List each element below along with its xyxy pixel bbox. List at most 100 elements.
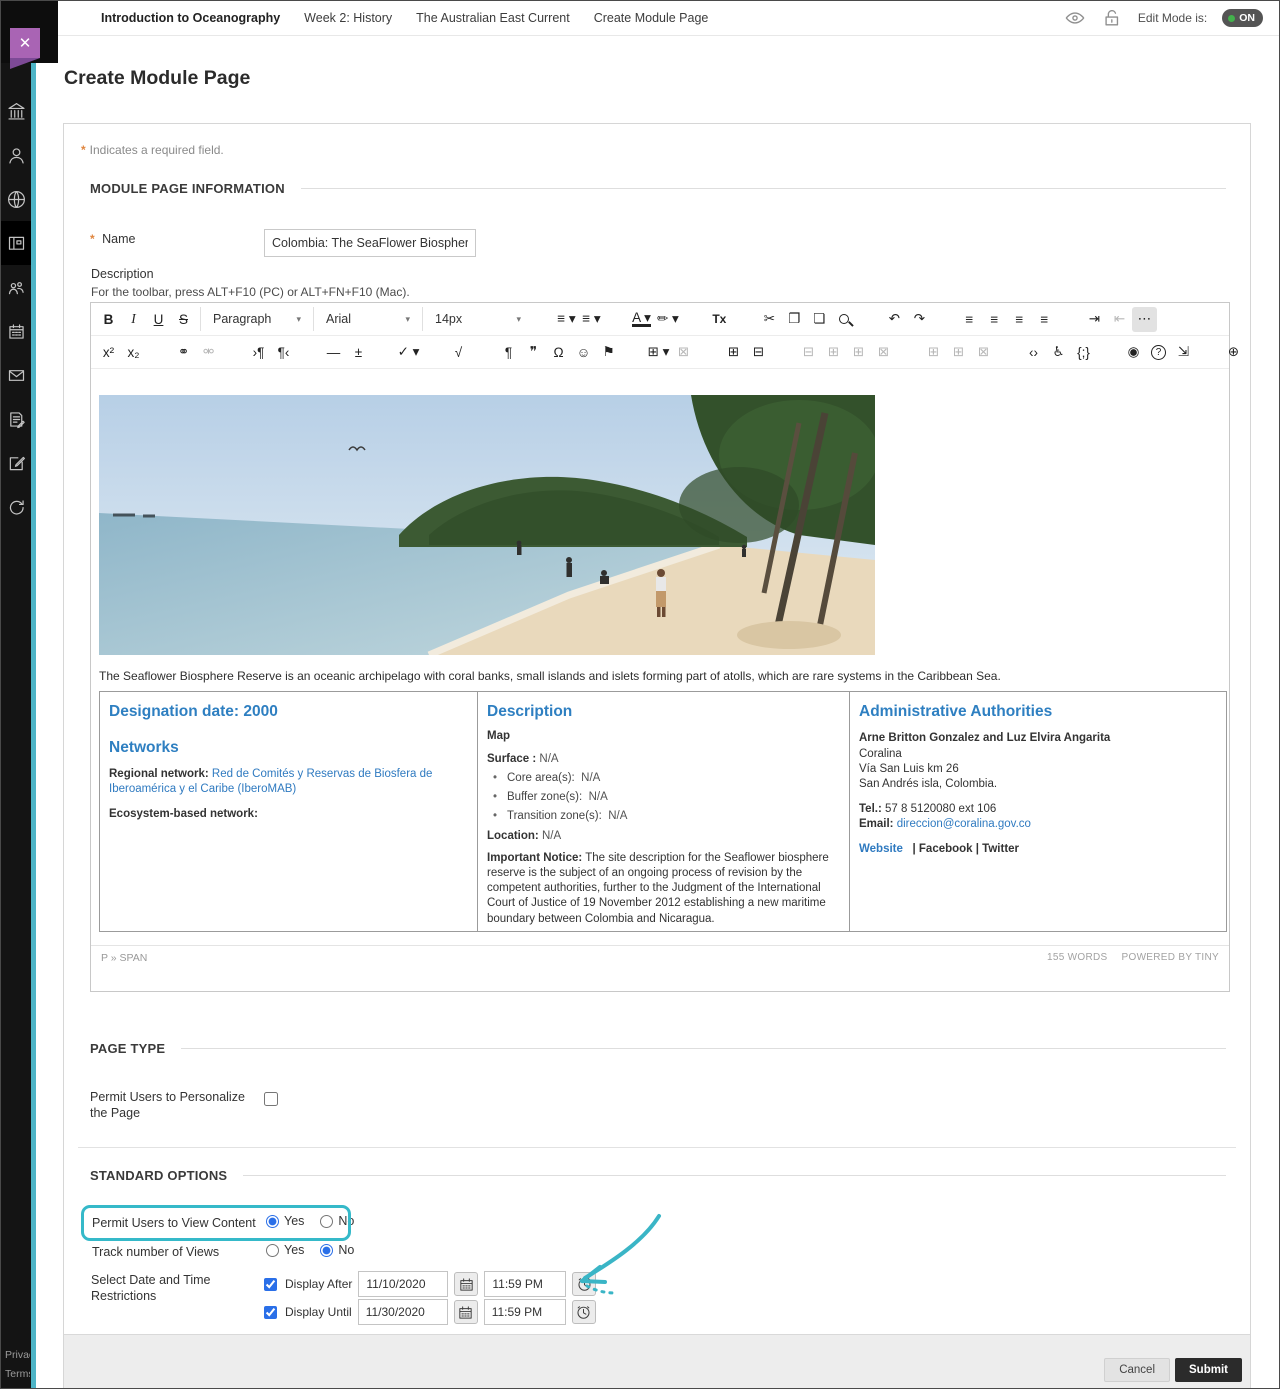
anchor-icon[interactable]: ± bbox=[346, 340, 371, 365]
highlight-color-icon[interactable]: ✏ ▾ bbox=[654, 307, 682, 332]
breadcrumb-course[interactable]: Introduction to Oceanography bbox=[101, 11, 280, 25]
standard-options-section-header: STANDARD OPTIONS bbox=[90, 1167, 1226, 1183]
breadcrumb-topic[interactable]: The Australian East Current bbox=[416, 11, 570, 25]
font-size-select[interactable]: 14px▾ bbox=[427, 306, 529, 332]
track-views-no[interactable]: No bbox=[320, 1243, 354, 1257]
bullet-list-icon[interactable]: ≡ ▾ bbox=[554, 307, 579, 332]
mail-icon[interactable] bbox=[1, 353, 31, 397]
email-link[interactable]: direccion@coralina.gov.co bbox=[897, 818, 1031, 830]
track-views-yes-radio[interactable] bbox=[266, 1244, 279, 1257]
view-content-yes[interactable]: Yes bbox=[266, 1214, 304, 1228]
accessibility-checker-icon[interactable]: ♿ bbox=[1046, 340, 1071, 365]
underline-icon[interactable]: U bbox=[146, 307, 171, 332]
paste-icon[interactable]: ❏ bbox=[807, 307, 832, 332]
cancel-button[interactable]: Cancel bbox=[1104, 1358, 1170, 1382]
insert-link-icon[interactable]: ⚭ bbox=[171, 340, 196, 365]
fullscreen-icon[interactable]: ⇲ bbox=[1171, 340, 1196, 365]
display-after-time-input[interactable] bbox=[484, 1271, 566, 1297]
undo-icon[interactable]: ↶ bbox=[882, 307, 907, 332]
insert-table-icon[interactable]: ⊞ ▾ bbox=[646, 340, 671, 365]
edit-mode-toggle[interactable]: ON bbox=[1222, 9, 1263, 27]
privacy-link[interactable]: Privacy bbox=[5, 1346, 30, 1365]
align-center-icon[interactable]: ≡ bbox=[982, 307, 1007, 332]
breadcrumb-current[interactable]: Create Module Page bbox=[594, 11, 709, 25]
after-time-picker-button[interactable] bbox=[572, 1272, 596, 1296]
search-icon[interactable] bbox=[832, 307, 857, 332]
blockquote-icon[interactable]: ❞ bbox=[521, 340, 546, 365]
redo-icon[interactable]: ↷ bbox=[907, 307, 932, 332]
help-icon[interactable]: ? bbox=[1146, 340, 1171, 365]
unlocked-padlock-icon[interactable] bbox=[1101, 8, 1123, 28]
edit-icon[interactable] bbox=[1, 441, 31, 485]
numbered-list-icon[interactable]: ≡ ▾ bbox=[579, 307, 604, 332]
horizontal-rule-icon[interactable]: — bbox=[321, 340, 346, 365]
display-after-date-input[interactable] bbox=[358, 1271, 448, 1297]
view-content-yes-radio[interactable] bbox=[266, 1215, 279, 1228]
font-family-select[interactable]: Arial▾ bbox=[318, 306, 418, 332]
gradebook-icon[interactable] bbox=[1, 397, 31, 441]
italic-icon[interactable]: I bbox=[121, 307, 146, 332]
editor-content-area[interactable]: The Seaflower Biosphere Reserve is an oc… bbox=[91, 369, 1229, 969]
ltr-icon[interactable]: ›¶ bbox=[246, 340, 271, 365]
preview-icon[interactable]: ◉ bbox=[1121, 340, 1146, 365]
globe-icon[interactable] bbox=[1, 177, 31, 221]
toolbar-divider bbox=[932, 307, 957, 332]
after-date-picker-button[interactable] bbox=[454, 1272, 478, 1296]
name-input[interactable] bbox=[264, 229, 476, 257]
bold-icon[interactable]: B bbox=[96, 307, 121, 332]
authority-email: Email: direccion@coralina.gov.co bbox=[859, 817, 1217, 832]
display-after-checkbox[interactable] bbox=[264, 1278, 277, 1291]
align-justify-icon[interactable]: ≡ bbox=[1032, 307, 1057, 332]
toolbar-divider bbox=[296, 340, 321, 365]
align-left-icon[interactable]: ≡ bbox=[957, 307, 982, 332]
track-views-no-radio[interactable] bbox=[320, 1244, 333, 1257]
submit-button[interactable]: Submit bbox=[1175, 1358, 1242, 1382]
emoticons-icon[interactable]: ☺ bbox=[571, 340, 596, 365]
special-characters-icon[interactable]: Ω bbox=[546, 340, 571, 365]
groups-icon[interactable] bbox=[1, 265, 31, 309]
paragraph-format-select[interactable]: Paragraph▾ bbox=[205, 306, 309, 332]
student-preview-icon[interactable] bbox=[1064, 8, 1086, 28]
display-until-date-input[interactable] bbox=[358, 1299, 448, 1325]
element-path[interactable]: P » SPAN bbox=[101, 952, 147, 964]
display-until-checkbox[interactable] bbox=[264, 1306, 277, 1319]
rtl-icon[interactable]: ¶‹ bbox=[271, 340, 296, 365]
indent-icon[interactable]: ⇥ bbox=[1082, 307, 1107, 332]
view-content-no[interactable]: No bbox=[320, 1214, 354, 1228]
until-date-picker-button[interactable] bbox=[454, 1300, 478, 1324]
bookmark-icon[interactable]: ⚑ bbox=[596, 340, 621, 365]
subscript-icon[interactable]: x₂ bbox=[121, 340, 146, 365]
cut-icon[interactable]: ✂ bbox=[757, 307, 782, 332]
more-tools-icon[interactable]: ⋯ bbox=[1132, 307, 1157, 332]
superscript-icon[interactable]: x² bbox=[96, 340, 121, 365]
close-menu-button[interactable]: ✕ bbox=[10, 28, 40, 58]
profile-icon[interactable] bbox=[1, 133, 31, 177]
clear-formatting-icon[interactable]: Tx bbox=[707, 307, 732, 332]
view-content-no-radio[interactable] bbox=[320, 1215, 333, 1228]
spellcheck-icon[interactable]: ✓ ▾ bbox=[396, 340, 421, 365]
track-views-yes[interactable]: Yes bbox=[266, 1243, 304, 1257]
until-time-picker-button[interactable] bbox=[572, 1300, 596, 1324]
terms-link[interactable]: Terms bbox=[5, 1365, 30, 1384]
math-editor-icon[interactable]: √ bbox=[446, 340, 471, 365]
text-color-icon[interactable]: A ▾ bbox=[629, 307, 654, 332]
source-code-icon[interactable]: ‹› bbox=[1021, 340, 1046, 365]
website-link[interactable]: Website bbox=[859, 843, 903, 855]
social-links[interactable]: | Facebook | Twitter bbox=[912, 843, 1019, 855]
breadcrumb-week[interactable]: Week 2: History bbox=[304, 11, 392, 25]
align-right-icon[interactable]: ≡ bbox=[1007, 307, 1032, 332]
add-content-icon[interactable]: ⊕ bbox=[1221, 340, 1246, 365]
copy-icon[interactable]: ❐ bbox=[782, 307, 807, 332]
clock-icon bbox=[575, 1304, 592, 1321]
display-until-time-input[interactable] bbox=[484, 1299, 566, 1325]
personalize-checkbox[interactable] bbox=[264, 1092, 278, 1106]
merge-cells-icon[interactable]: ⊟ bbox=[746, 340, 771, 365]
content-icon[interactable] bbox=[1, 221, 31, 265]
signout-icon[interactable] bbox=[1, 485, 31, 529]
institution-icon[interactable] bbox=[1, 89, 31, 133]
cell-properties-icon[interactable]: ⊞ bbox=[721, 340, 746, 365]
show-invisibles-icon[interactable]: ¶ bbox=[496, 340, 521, 365]
strikethrough-icon[interactable]: S bbox=[171, 307, 196, 332]
code-sample-icon[interactable]: {;} bbox=[1071, 340, 1096, 365]
calendar-icon[interactable] bbox=[1, 309, 31, 353]
